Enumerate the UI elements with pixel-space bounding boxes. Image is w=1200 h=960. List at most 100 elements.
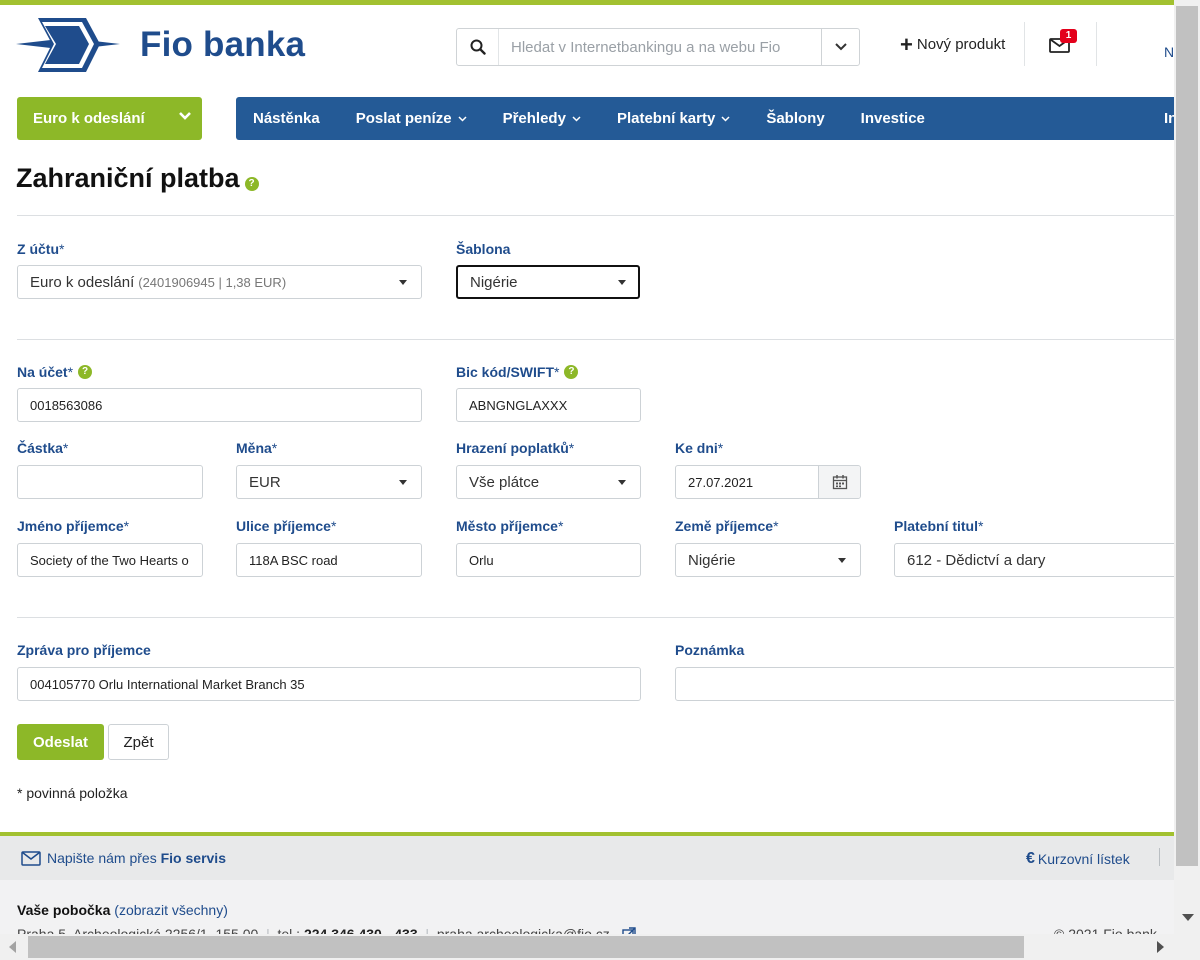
template-value: Nigérie	[470, 273, 518, 291]
show-all-branches-link[interactable]: (zobrazit všechny)	[114, 902, 228, 918]
nav-item-label: Šablony	[766, 110, 825, 127]
chevron-down-icon	[721, 115, 730, 122]
search-icon[interactable]	[457, 29, 499, 65]
from-account-select[interactable]: Euro k odeslání (2401906945 | 1,38 EUR)	[17, 265, 422, 299]
bic-label: Bic kód/SWIFT *?	[456, 364, 579, 380]
back-button[interactable]: Zpět	[108, 724, 169, 760]
fio-logo[interactable]: Fio banka	[16, 16, 305, 74]
message-input[interactable]: 004105770 Orlu International Market Bran…	[17, 667, 641, 701]
nav-item-platebni-karty[interactable]: Platební karty	[599, 110, 748, 127]
page-title: Zahraniční platba ?	[16, 163, 259, 194]
nav-item-sablony[interactable]: Šablony	[748, 110, 842, 127]
help-icon[interactable]: ?	[78, 365, 93, 379]
chevron-down-icon	[179, 112, 191, 120]
branch-address: Praha 5, Archeologická 2256/1, 155 00 | …	[17, 926, 636, 934]
copyright: © 2021 Fio bank	[1054, 926, 1157, 934]
fees-select[interactable]: Vše plátce	[456, 465, 641, 499]
scroll-left-arrow-icon[interactable]	[9, 941, 16, 953]
browser-viewport: Fio banka + Nový produkt 1 N Euro k odes…	[0, 0, 1174, 934]
from-account-detail: (2401906945 | 1,38 EUR)	[138, 274, 287, 290]
recipient-name-value: Society of the Two Hearts o	[30, 552, 189, 568]
bic-value: ABNGNGLAXXX	[469, 397, 568, 413]
branch-email[interactable]: praha.archeologicka@fio.cz	[437, 926, 610, 934]
vertical-scrollbar-thumb[interactable]	[1176, 6, 1198, 866]
recipient-city-value: Orlu	[469, 552, 494, 568]
header-divider	[1096, 22, 1097, 66]
search-box[interactable]	[456, 28, 860, 66]
exchange-rates-link[interactable]: € Kurzovní lístek	[1026, 850, 1130, 868]
date-label: Ke dni *	[675, 440, 724, 456]
divider	[17, 617, 1174, 618]
template-label: Šablona	[456, 241, 511, 257]
to-account-input[interactable]: 0018563086	[17, 388, 422, 422]
scroll-right-arrow-icon[interactable]	[1157, 941, 1164, 953]
required-note: * povinná položka	[17, 785, 128, 801]
recipient-street-value: 118A BSC road	[249, 552, 338, 568]
recipient-street-input[interactable]: 118A BSC road	[236, 543, 422, 577]
payment-title-label: Platební titul *	[894, 518, 984, 534]
from-account-value: Euro k odeslání	[30, 273, 135, 291]
divider	[17, 339, 1174, 340]
recipient-city-input[interactable]: Orlu	[456, 543, 641, 577]
recipient-name-label: Jméno příjemce *	[17, 518, 130, 534]
payment-title-select[interactable]: 612 - Dědictví a dary	[894, 543, 1174, 577]
nav-item-cut[interactable]: In	[1164, 110, 1174, 127]
from-account-label: Z účtu *	[17, 241, 65, 257]
recipient-country-value: Nigérie	[688, 551, 736, 569]
horizontal-scrollbar-thumb[interactable]	[28, 936, 1024, 958]
plus-icon: +	[900, 31, 913, 57]
recipient-country-select[interactable]: Nigérie	[675, 543, 861, 577]
footer-divider	[1159, 848, 1160, 866]
exchange-rates-label: Kurzovní lístek	[1037, 851, 1130, 867]
note-label: Poznámka	[675, 642, 745, 658]
recipient-city-label: Město příjemce *	[456, 518, 564, 534]
currency-label: Měna *	[236, 440, 278, 456]
search-options-chevron-icon[interactable]	[821, 29, 859, 65]
amount-input[interactable]	[17, 465, 203, 499]
messages-button[interactable]: 1	[1049, 29, 1077, 57]
nav-item-investice[interactable]: Investice	[843, 110, 943, 127]
nav-item-nastenka[interactable]: Nástěnka	[236, 110, 338, 127]
divider	[17, 215, 1174, 216]
scroll-down-arrow-icon[interactable]	[1182, 914, 1194, 921]
caret-down-icon	[838, 558, 846, 563]
header-divider	[1024, 22, 1025, 66]
nav-item-label: Poslat peníze	[355, 110, 452, 127]
caret-down-icon	[618, 280, 626, 285]
external-link-icon[interactable]	[622, 927, 636, 934]
fio-logo-icon	[16, 18, 120, 72]
note-input[interactable]	[675, 667, 1174, 701]
fio-servis-label: Fio servis	[160, 850, 226, 866]
nav-item-prehledy[interactable]: Přehledy	[485, 110, 599, 127]
submit-button[interactable]: Odeslat	[17, 724, 104, 760]
search-input[interactable]	[499, 29, 821, 65]
recipient-country-label: Země příjemce *	[675, 518, 779, 534]
logo-text: Fio banka	[140, 25, 306, 64]
template-select[interactable]: Nigérie	[456, 265, 640, 299]
date-input[interactable]: 27.07.2021	[675, 465, 861, 499]
account-selector-button[interactable]: Euro k odeslání	[17, 97, 202, 140]
help-icon[interactable]: ?	[244, 177, 259, 191]
nav-item-label: Investice	[860, 110, 925, 127]
caret-down-icon	[618, 480, 626, 485]
account-selector-label: Euro k odeslání	[33, 110, 145, 127]
currency-select[interactable]: EUR	[236, 465, 422, 499]
nav-item-poslat-penize[interactable]: Poslat peníze	[338, 110, 485, 127]
chevron-down-icon	[458, 115, 467, 122]
caret-down-icon	[399, 280, 407, 285]
message-count-badge: 1	[1060, 29, 1077, 43]
help-icon[interactable]: ?	[564, 365, 579, 379]
user-menu-cut[interactable]: N	[1164, 44, 1174, 60]
main-navigation: Nástěnka Poslat peníze Přehledy Platební…	[236, 97, 1174, 140]
branch-phone-prefix: tel.:	[277, 926, 301, 934]
bic-input[interactable]: ABNGNGLAXXX	[456, 388, 641, 422]
chevron-down-icon	[572, 115, 581, 122]
fio-servis-link[interactable]: Napište nám přes Fio servis	[21, 850, 226, 866]
top-accent-line	[0, 0, 1174, 5]
recipient-name-input[interactable]: Society of the Two Hearts o	[17, 543, 203, 577]
caret-down-icon	[399, 480, 407, 485]
new-product-button[interactable]: + Nový produkt	[900, 31, 1006, 57]
calendar-icon[interactable]	[818, 466, 860, 498]
new-product-label: Nový produkt	[916, 36, 1006, 53]
page-title-text: Zahraniční platba	[16, 163, 240, 193]
